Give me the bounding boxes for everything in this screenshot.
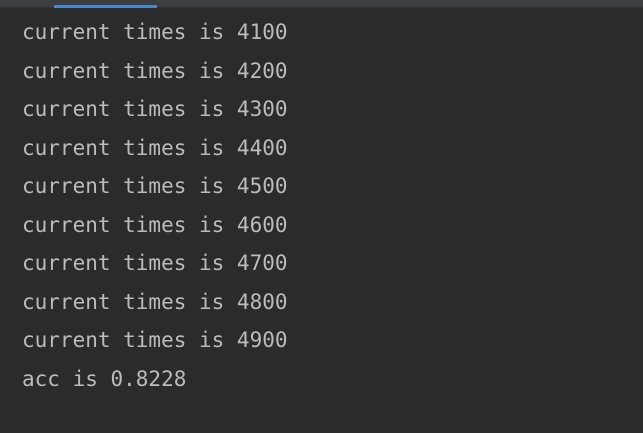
console-line: current times is 4800 (22, 290, 288, 314)
tool-window-tab-strip (0, 0, 643, 8)
active-tab-indicator[interactable] (54, 5, 157, 8)
console-line: current times is 4900 (22, 328, 288, 352)
console-line: current times is 4100 (22, 20, 288, 44)
console-line: current times is 4200 (22, 59, 288, 83)
console-line: current times is 4700 (22, 251, 288, 275)
console-line: current times is 4400 (22, 136, 288, 160)
console-line: current times is 4600 (22, 213, 288, 237)
console-line: current times is 4300 (22, 97, 288, 121)
console-line-result: acc is 0.8228 (22, 367, 187, 391)
console-output[interactable]: current times is 4100 current times is 4… (0, 14, 643, 433)
run-console-panel[interactable]: current times is 4100 current times is 4… (0, 0, 643, 433)
console-line: current times is 4500 (22, 174, 288, 198)
